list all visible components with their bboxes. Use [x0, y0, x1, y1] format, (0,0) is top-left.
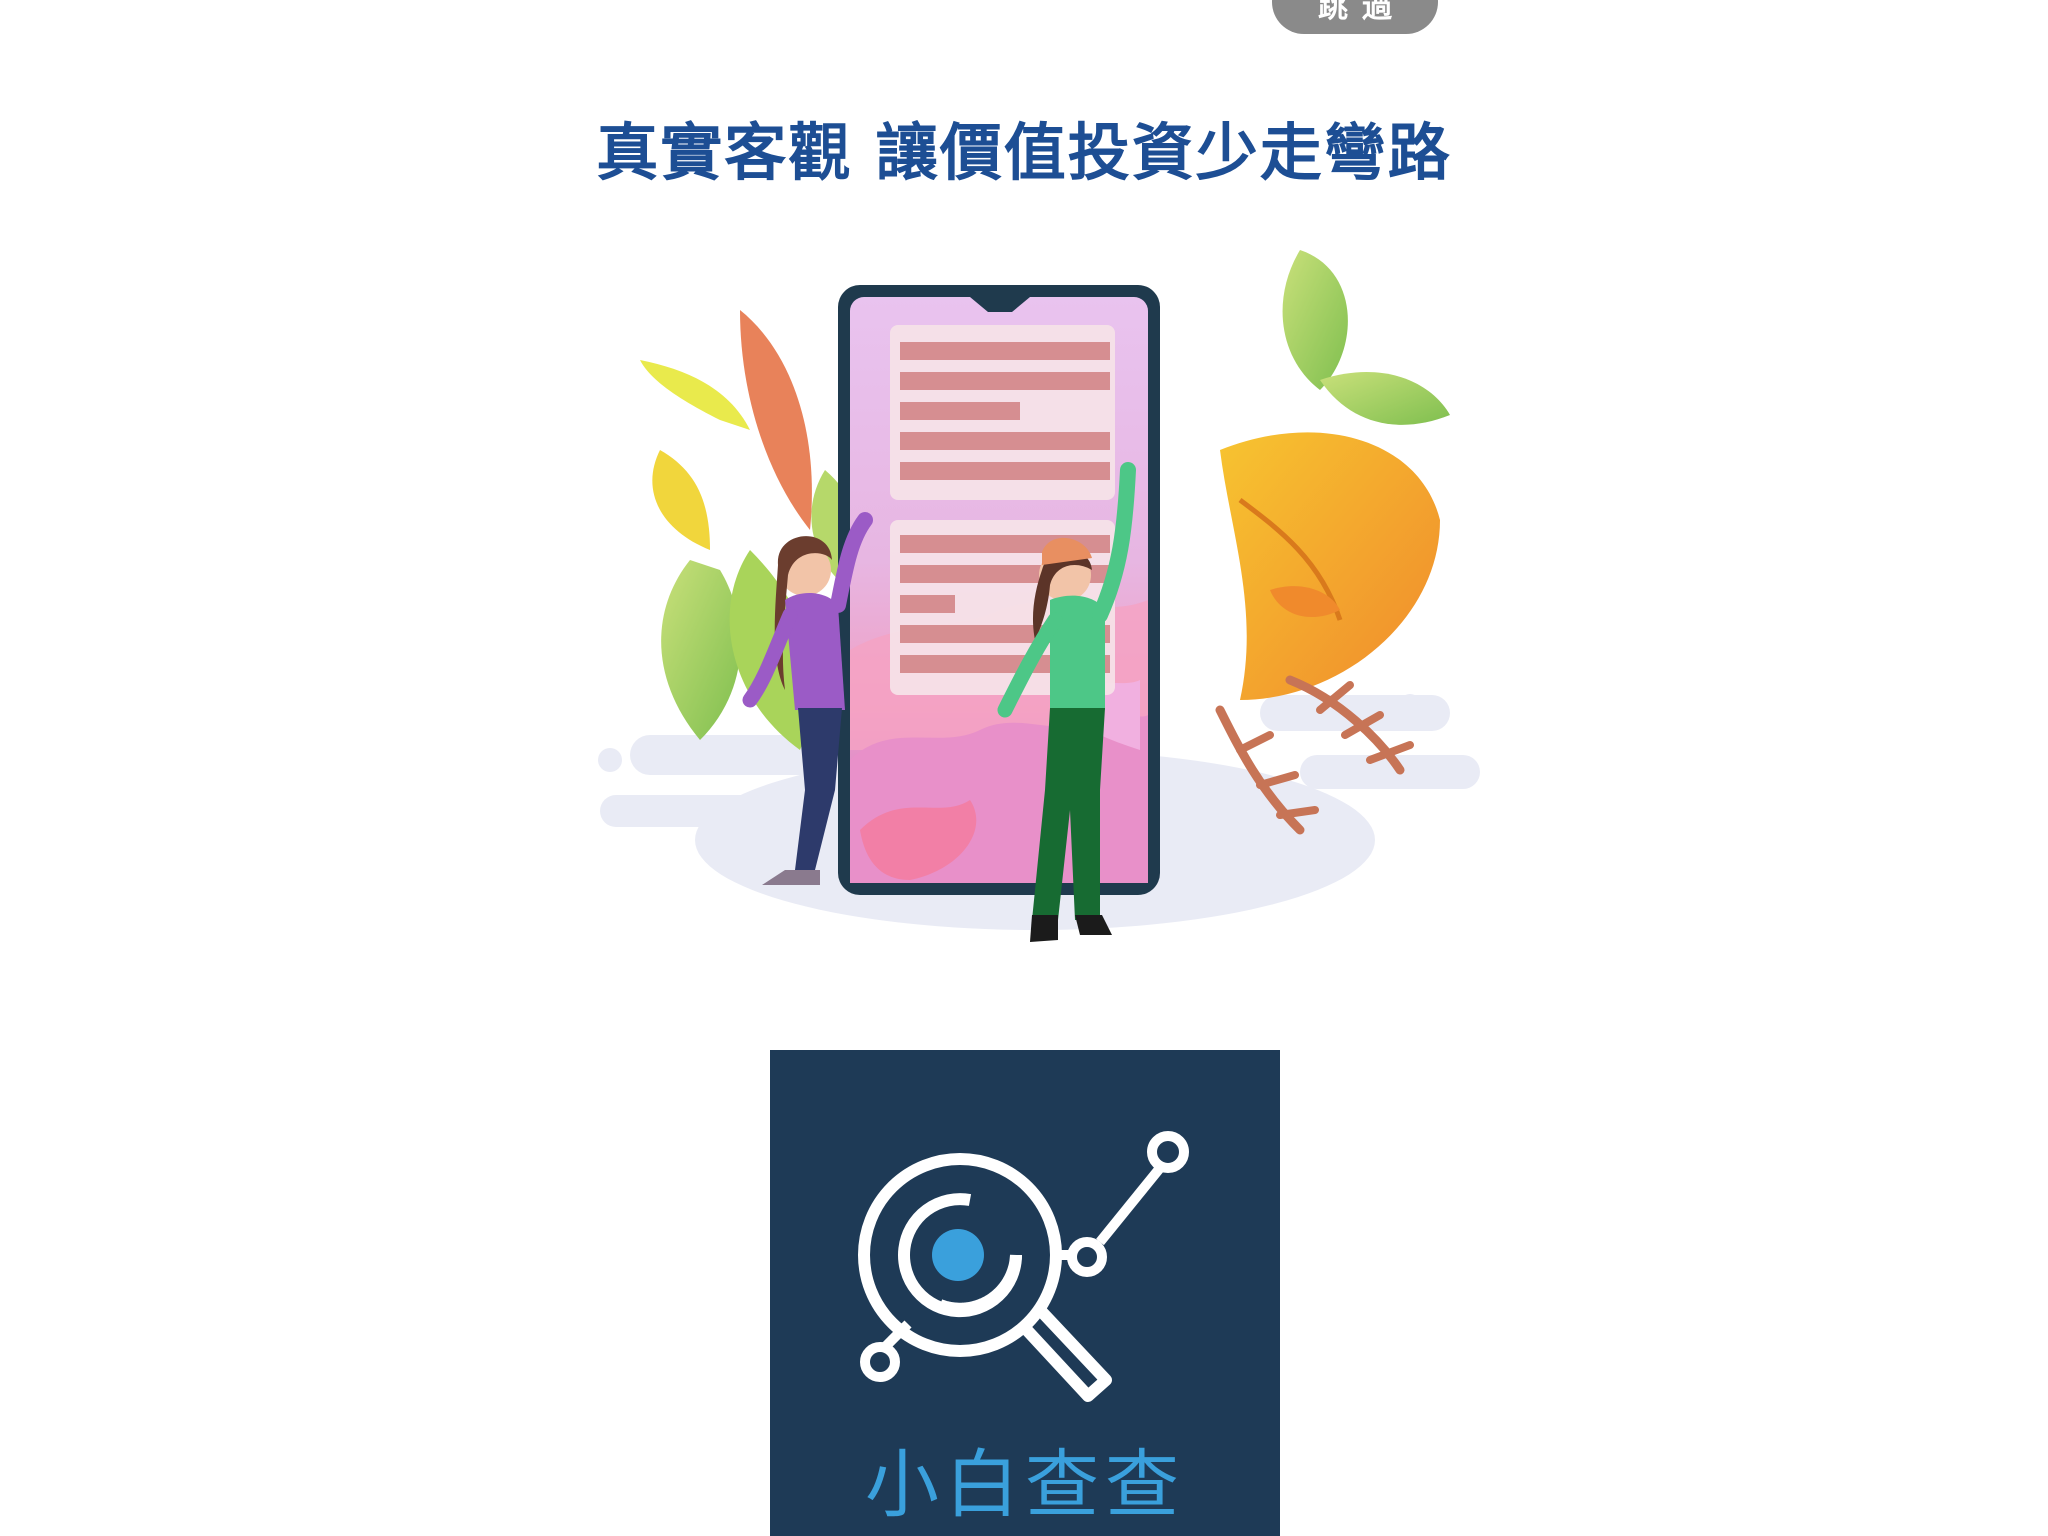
onboarding-illustration [598, 250, 1480, 942]
skip-button[interactable]: 跳過 [1272, 0, 1438, 34]
onboarding-screen: 跳過 真實客觀 讓價值投資少走彎路 小白查查 [0, 0, 2048, 1536]
headline: 真實客觀 讓價值投資少走彎路 [596, 116, 1452, 189]
app-name: 小白查查 [865, 1442, 1185, 1528]
app-logo: 小白查查 [770, 1050, 1280, 1536]
